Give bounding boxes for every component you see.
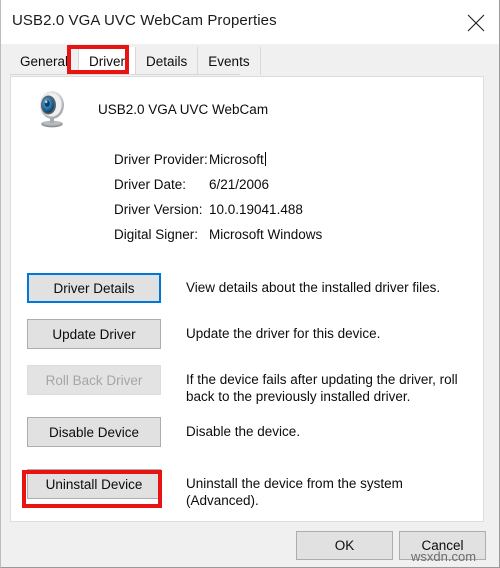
roll-back-driver-row: Roll Back Driver If the device fails aft… — [11, 365, 483, 417]
driver-version-label: Driver Version: — [114, 202, 203, 217]
roll-back-driver-description: If the device fails after updating the d… — [186, 372, 458, 404]
driver-info-table: Driver Provider: Microsoft Driver Date: … — [114, 147, 322, 247]
driver-date-label: Driver Date: — [114, 177, 187, 192]
disable-device-button[interactable]: Disable Device — [27, 417, 161, 447]
driver-date-row: Driver Date: 6/21/2006 — [114, 172, 322, 197]
close-icon — [467, 14, 485, 32]
driver-details-button[interactable]: Driver Details — [27, 273, 161, 303]
disable-device-row: Disable Device Disable the device. — [11, 417, 483, 469]
watermark: wsxdn.com — [411, 549, 477, 564]
update-driver-row: Update Driver Update the driver for this… — [11, 319, 483, 365]
driver-provider-label: Driver Provider: — [114, 152, 208, 167]
window-title: USB2.0 VGA UVC WebCam Properties — [12, 12, 277, 29]
digital-signer-value: Microsoft Windows — [209, 227, 323, 242]
device-properties-dialog: USB2.0 VGA UVC WebCam Properties General… — [0, 0, 500, 568]
driver-version-value: 10.0.19041.488 — [209, 202, 303, 217]
close-button[interactable] — [454, 0, 499, 44]
uninstall-device-description: Uninstall the device from the system (Ad… — [186, 476, 403, 508]
roll-back-driver-button: Roll Back Driver — [27, 365, 161, 395]
device-header: USB2.0 VGA UVC WebCam — [33, 89, 268, 129]
disable-device-description: Disable the device. — [186, 424, 301, 439]
tab-events[interactable]: Events — [198, 47, 261, 75]
ok-button[interactable]: OK — [296, 531, 393, 560]
driver-provider-row: Driver Provider: Microsoft — [114, 147, 322, 172]
driver-version-row: Driver Version: 10.0.19041.488 — [114, 197, 322, 222]
update-driver-description: Update the driver for this device. — [186, 326, 381, 341]
driver-details-row: Driver Details View details about the in… — [11, 273, 483, 319]
driver-actions: Driver Details View details about the in… — [11, 273, 483, 515]
device-name: USB2.0 VGA UVC WebCam — [98, 101, 269, 117]
uninstall-device-button[interactable]: Uninstall Device — [27, 469, 161, 499]
digital-signer-row: Digital Signer: Microsoft Windows — [114, 222, 322, 247]
tab-list: General Driver Details Events — [10, 47, 261, 75]
webcam-icon — [33, 89, 71, 129]
tab-driver[interactable]: Driver — [79, 47, 137, 75]
driver-details-description: View details about the installed driver … — [186, 280, 441, 295]
driver-tab-panel: USB2.0 VGA UVC WebCam Driver Provider: M… — [10, 76, 484, 522]
update-driver-button[interactable]: Update Driver — [27, 319, 161, 349]
uninstall-device-row: Uninstall Device Uninstall the device fr… — [11, 469, 483, 515]
tab-general[interactable]: General — [10, 47, 80, 75]
text-caret — [264, 152, 266, 166]
tab-strip-divider — [10, 74, 240, 75]
driver-date-value: 6/21/2006 — [209, 177, 270, 192]
digital-signer-label: Digital Signer: — [114, 227, 199, 242]
tab-details[interactable]: Details — [136, 47, 199, 75]
title-bar: USB2.0 VGA UVC WebCam Properties — [1, 0, 499, 44]
driver-provider-value: Microsoft — [209, 152, 266, 167]
tab-strip: General Driver Details Events — [1, 44, 499, 76]
